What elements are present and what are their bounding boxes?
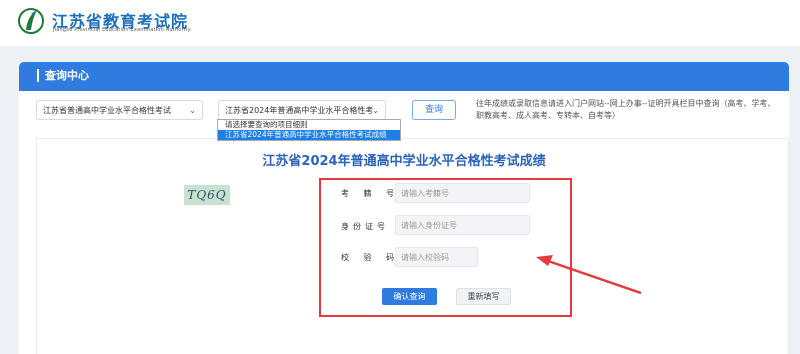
query-center-panel: 查询中心 江苏省普通高中学业水平合格性考试 ⌄ 江苏省2024年普通高中学业水平… bbox=[19, 62, 789, 354]
id-number-input[interactable]: 请输入身份证号 bbox=[395, 215, 530, 235]
captcha-input[interactable]: 请输入校验码 bbox=[395, 247, 478, 267]
chevron-down-icon: ⌄ bbox=[372, 106, 379, 115]
notice-text: 往年成绩或录取信息请进入门户网站--网上办事--证明开具栏目中查询（高考、学考、… bbox=[476, 99, 776, 120]
top-bar: 江苏省教育考试院 Jiangsu Provincial Education Ex… bbox=[0, 0, 800, 46]
exam-no-input[interactable]: 请输入考籍号 bbox=[395, 183, 530, 203]
panel-title: 查询中心 bbox=[37, 69, 89, 82]
dropdown-option[interactable]: 请选择要查询的项目细则 bbox=[218, 120, 400, 130]
panel-header: 查询中心 bbox=[19, 62, 789, 91]
result-title: 江苏省2024年普通高中学业水平合格性考试成绩 bbox=[262, 154, 546, 169]
site-subtitle: Jiangsu Provincial Education Examination… bbox=[53, 27, 191, 33]
confirm-query-button[interactable]: 确认查询 bbox=[382, 288, 437, 305]
exam-category-select[interactable]: 江苏省普通高中学业水平合格性考试 ⌄ bbox=[36, 100, 203, 120]
project-dropdown-list: 请选择要查询的项目细则 江苏省2024年普通高中学业水平合格性考试成绩 bbox=[217, 119, 401, 141]
dropdown-option-selected[interactable]: 江苏省2024年普通高中学业水平合格性考试成绩 bbox=[218, 130, 400, 140]
exam-project-value: 江苏省2024年普通高中学业水平合格性考 bbox=[225, 106, 374, 115]
exam-authority-logo-icon[interactable] bbox=[17, 5, 45, 37]
id-number-label: 身份证号 bbox=[341, 222, 389, 231]
reset-button[interactable]: 重新填写 bbox=[456, 288, 511, 305]
exam-category-value: 江苏省普通高中学业水平合格性考试 bbox=[43, 106, 171, 115]
captcha-image[interactable]: TQ6Q bbox=[184, 185, 230, 205]
captcha-label: 校 验 码 bbox=[341, 253, 401, 262]
query-button[interactable]: 查询 bbox=[412, 100, 456, 120]
chevron-down-icon: ⌄ bbox=[189, 106, 196, 115]
query-form: 考 籍 号 请输入考籍号 身份证号 请输入身份证号 校 验 码 请输入校验码 bbox=[319, 178, 572, 317]
exam-no-label: 考 籍 号 bbox=[341, 189, 401, 198]
exam-project-select[interactable]: 江苏省2024年普通高中学业水平合格性考 ⌄ bbox=[218, 100, 386, 120]
